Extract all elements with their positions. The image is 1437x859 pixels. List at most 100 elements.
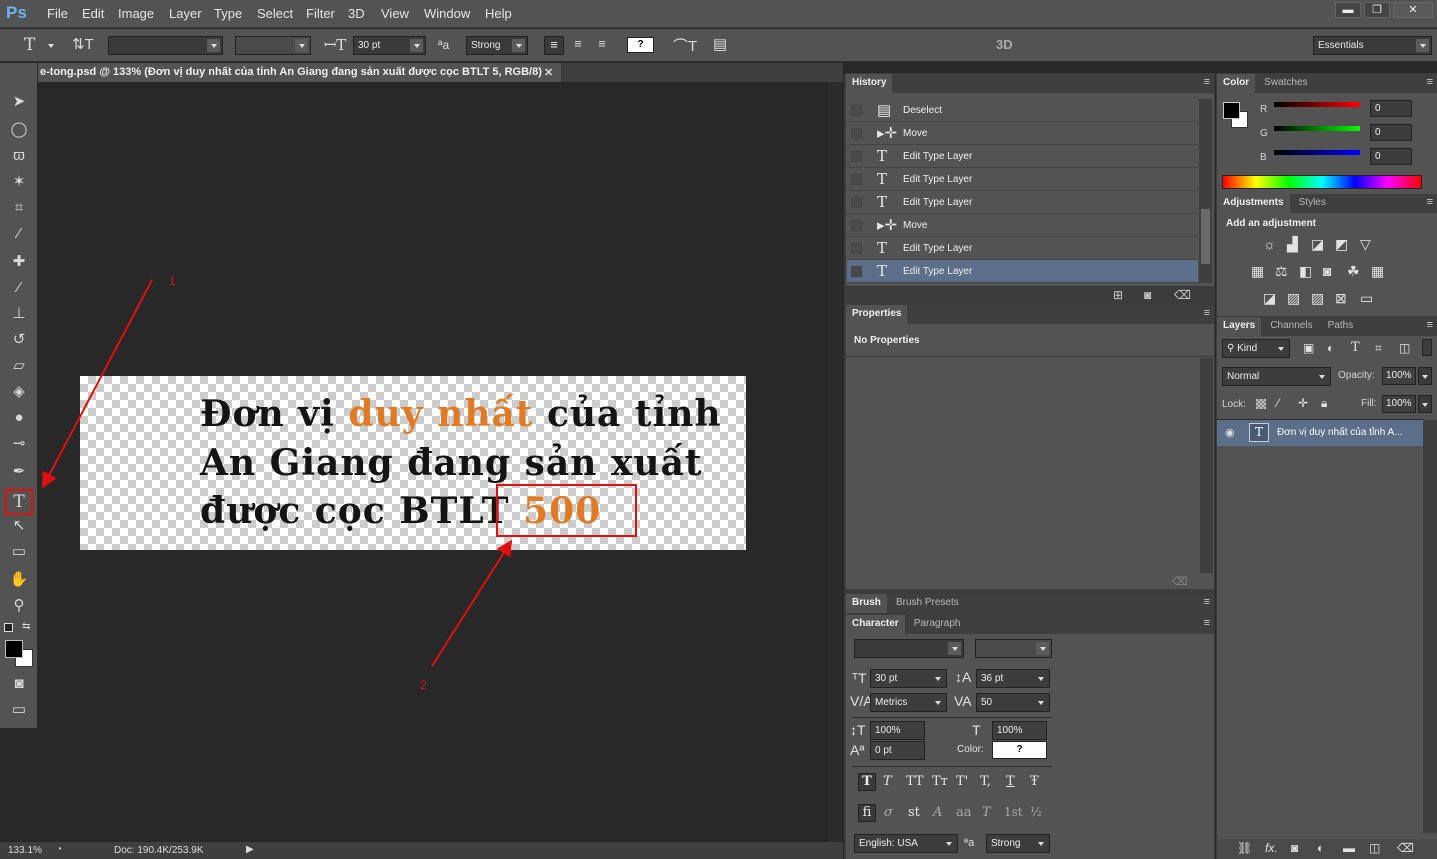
hue-saturation-icon[interactable]: ▦ xyxy=(1251,263,1264,280)
stylistic-alternates-button[interactable]: aa xyxy=(956,805,972,820)
new-document-from-state-icon[interactable]: ⊞ xyxy=(1113,288,1123,302)
fill-field[interactable]: 100% xyxy=(1382,395,1416,413)
lock-transparent-pixels-icon[interactable] xyxy=(1256,399,1266,409)
superscript-button[interactable]: T' xyxy=(956,774,968,789)
filter-adjustment-icon[interactable]: ◐ xyxy=(1327,341,1334,355)
channels-tab[interactable]: Channels xyxy=(1264,316,1318,335)
canvas-vertical-scrollbar[interactable] xyxy=(828,82,843,842)
lock-all-icon[interactable]: 🔒︎ xyxy=(1321,396,1327,411)
history-item[interactable]: ▸✛ Move xyxy=(847,214,1198,237)
restore-button[interactable]: ❐ xyxy=(1364,2,1390,18)
adjustments-panel-menu-icon[interactable]: ≡ xyxy=(1427,196,1433,208)
char-font-style-select[interactable] xyxy=(975,639,1052,658)
zoom-level[interactable]: 133.1% xyxy=(8,845,42,856)
history-item[interactable]: T Edit Type Layer xyxy=(847,237,1198,260)
char-leading-select[interactable]: 36 pt xyxy=(976,669,1050,688)
properties-scrollbar[interactable] xyxy=(1200,358,1213,573)
char-antialias-select[interactable]: Strong xyxy=(986,834,1050,853)
status-arrow-icon[interactable]: ▶ xyxy=(246,844,254,855)
channel-mixer-icon[interactable]: ☘ xyxy=(1347,263,1360,280)
filter-shape-icon[interactable]: ⌗ xyxy=(1375,341,1382,356)
char-kerning-select[interactable]: Metrics xyxy=(870,693,947,712)
black-white-icon[interactable]: ◧ xyxy=(1299,263,1312,280)
all-caps-button[interactable]: TT xyxy=(906,774,924,789)
delete-state-trash-icon[interactable]: ⌫ xyxy=(1174,288,1191,302)
threshold-icon[interactable]: ▨ xyxy=(1311,290,1324,307)
history-scrollbar[interactable] xyxy=(1199,99,1212,283)
swash-button[interactable]: A xyxy=(933,805,942,820)
green-value-field[interactable]: 0 xyxy=(1370,124,1412,141)
brightness-contrast-icon[interactable]: ☼ xyxy=(1263,236,1276,252)
blue-slider[interactable] xyxy=(1274,150,1360,155)
layer-row-selected[interactable]: ◉ T Đơn vị duy nhất của tỉnh A... xyxy=(1217,420,1423,446)
history-tab[interactable]: History xyxy=(846,74,893,93)
history-item[interactable]: ▤ Deselect xyxy=(847,99,1198,122)
strikethrough-button[interactable]: Ŧ xyxy=(1030,774,1039,789)
discretionary-ligatures-button[interactable]: st xyxy=(908,805,920,820)
history-item[interactable]: T Edit Type Layer xyxy=(847,145,1198,168)
opacity-field[interactable]: 100% xyxy=(1382,367,1416,385)
photo-filter-icon[interactable]: ◙ xyxy=(1323,263,1331,279)
char-color-swatch[interactable]: ? xyxy=(992,741,1047,759)
swatches-tab[interactable]: Swatches xyxy=(1258,73,1313,92)
small-caps-button[interactable]: Tт xyxy=(932,774,948,789)
red-value-field[interactable]: 0 xyxy=(1370,100,1412,117)
new-layer-icon[interactable]: ◫ xyxy=(1369,841,1380,855)
char-vertical-scale-field[interactable]: 100% xyxy=(870,721,925,740)
fractions-button[interactable]: ½ xyxy=(1030,805,1042,819)
paragraph-tab[interactable]: Paragraph xyxy=(908,614,967,633)
red-slider[interactable] xyxy=(1274,102,1360,107)
layers-scrollbar[interactable] xyxy=(1423,420,1437,833)
history-item-selected[interactable]: T Edit Type Layer xyxy=(847,260,1198,283)
brush-panel-menu-icon[interactable]: ≡ xyxy=(1204,596,1210,608)
color-panel-fg-swatch[interactable] xyxy=(1223,102,1240,119)
layer-name[interactable]: Đơn vị duy nhất của tỉnh A... xyxy=(1277,427,1403,438)
blend-mode-select[interactable]: Normal xyxy=(1222,367,1331,386)
layer-style-fx-icon[interactable]: fx. xyxy=(1265,841,1278,855)
filter-smart-object-icon[interactable]: ◫ xyxy=(1399,341,1410,355)
char-baseline-field[interactable]: 0 pt xyxy=(870,741,925,760)
vibrance-icon[interactable]: ▽ xyxy=(1360,236,1371,253)
layer-visibility-eye-icon[interactable]: ◉ xyxy=(1225,426,1235,439)
layers-panel-menu-icon[interactable]: ≡ xyxy=(1427,319,1433,331)
char-font-family-select[interactable] xyxy=(854,639,964,658)
char-horizontal-scale-field[interactable]: 100% xyxy=(992,721,1047,740)
ordinals-button[interactable]: 1st xyxy=(1004,805,1023,819)
snapshot-camera-icon[interactable]: ◙ xyxy=(1144,288,1151,302)
history-item[interactable]: T Edit Type Layer xyxy=(847,191,1198,214)
properties-trash-icon[interactable]: ⌫ xyxy=(1172,575,1188,588)
workspace-select[interactable]: Essentials xyxy=(1313,36,1432,55)
filter-pixel-icon[interactable]: ▣ xyxy=(1303,341,1314,355)
faux-italic-button[interactable]: T xyxy=(883,774,892,789)
char-tracking-select[interactable]: 50 xyxy=(976,693,1050,712)
minimize-button[interactable]: ▬ xyxy=(1335,2,1361,18)
brush-presets-tab[interactable]: Brush Presets xyxy=(890,593,965,612)
character-panel-menu-icon[interactable]: ≡ xyxy=(1204,617,1210,629)
subscript-button[interactable]: T, xyxy=(980,774,991,789)
gradient-map-icon[interactable]: ▭ xyxy=(1360,290,1373,307)
status-menu-icon[interactable]: ◔ xyxy=(56,844,62,855)
underline-button[interactable]: T xyxy=(1006,774,1015,789)
fill-dropdown-button[interactable] xyxy=(1418,395,1432,413)
char-font-size-select[interactable]: 30 pt xyxy=(870,669,947,688)
properties-panel-menu-icon[interactable]: ≡ xyxy=(1204,307,1210,319)
color-tab[interactable]: Color xyxy=(1217,74,1256,93)
selective-color-icon[interactable]: ⊠ xyxy=(1335,290,1347,307)
history-scroll-thumb[interactable] xyxy=(1201,209,1210,264)
brush-tab[interactable]: Brush xyxy=(846,594,887,613)
faux-bold-button[interactable]: T xyxy=(858,773,876,791)
history-item[interactable]: T Edit Type Layer xyxy=(847,168,1198,191)
link-layers-icon[interactable]: ⛓ xyxy=(1237,841,1252,855)
posterize-icon[interactable]: ▨ xyxy=(1287,290,1300,307)
curves-icon[interactable]: ◪ xyxy=(1311,236,1324,253)
add-mask-icon[interactable]: ◙ xyxy=(1291,841,1298,855)
layer-filter-kind-select[interactable]: ⚲ Kind xyxy=(1222,339,1290,358)
properties-tab[interactable]: Properties xyxy=(846,305,908,324)
new-group-folder-icon[interactable]: ▬ xyxy=(1343,841,1355,855)
color-lookup-icon[interactable]: ▦ xyxy=(1371,263,1384,280)
color-balance-icon[interactable]: ⚖ xyxy=(1275,263,1288,280)
history-item[interactable]: ▸✛ Move xyxy=(847,122,1198,145)
color-panel-menu-icon[interactable]: ≡ xyxy=(1427,76,1433,88)
green-slider[interactable] xyxy=(1274,126,1360,131)
exposure-icon[interactable]: ◩ xyxy=(1335,236,1348,253)
